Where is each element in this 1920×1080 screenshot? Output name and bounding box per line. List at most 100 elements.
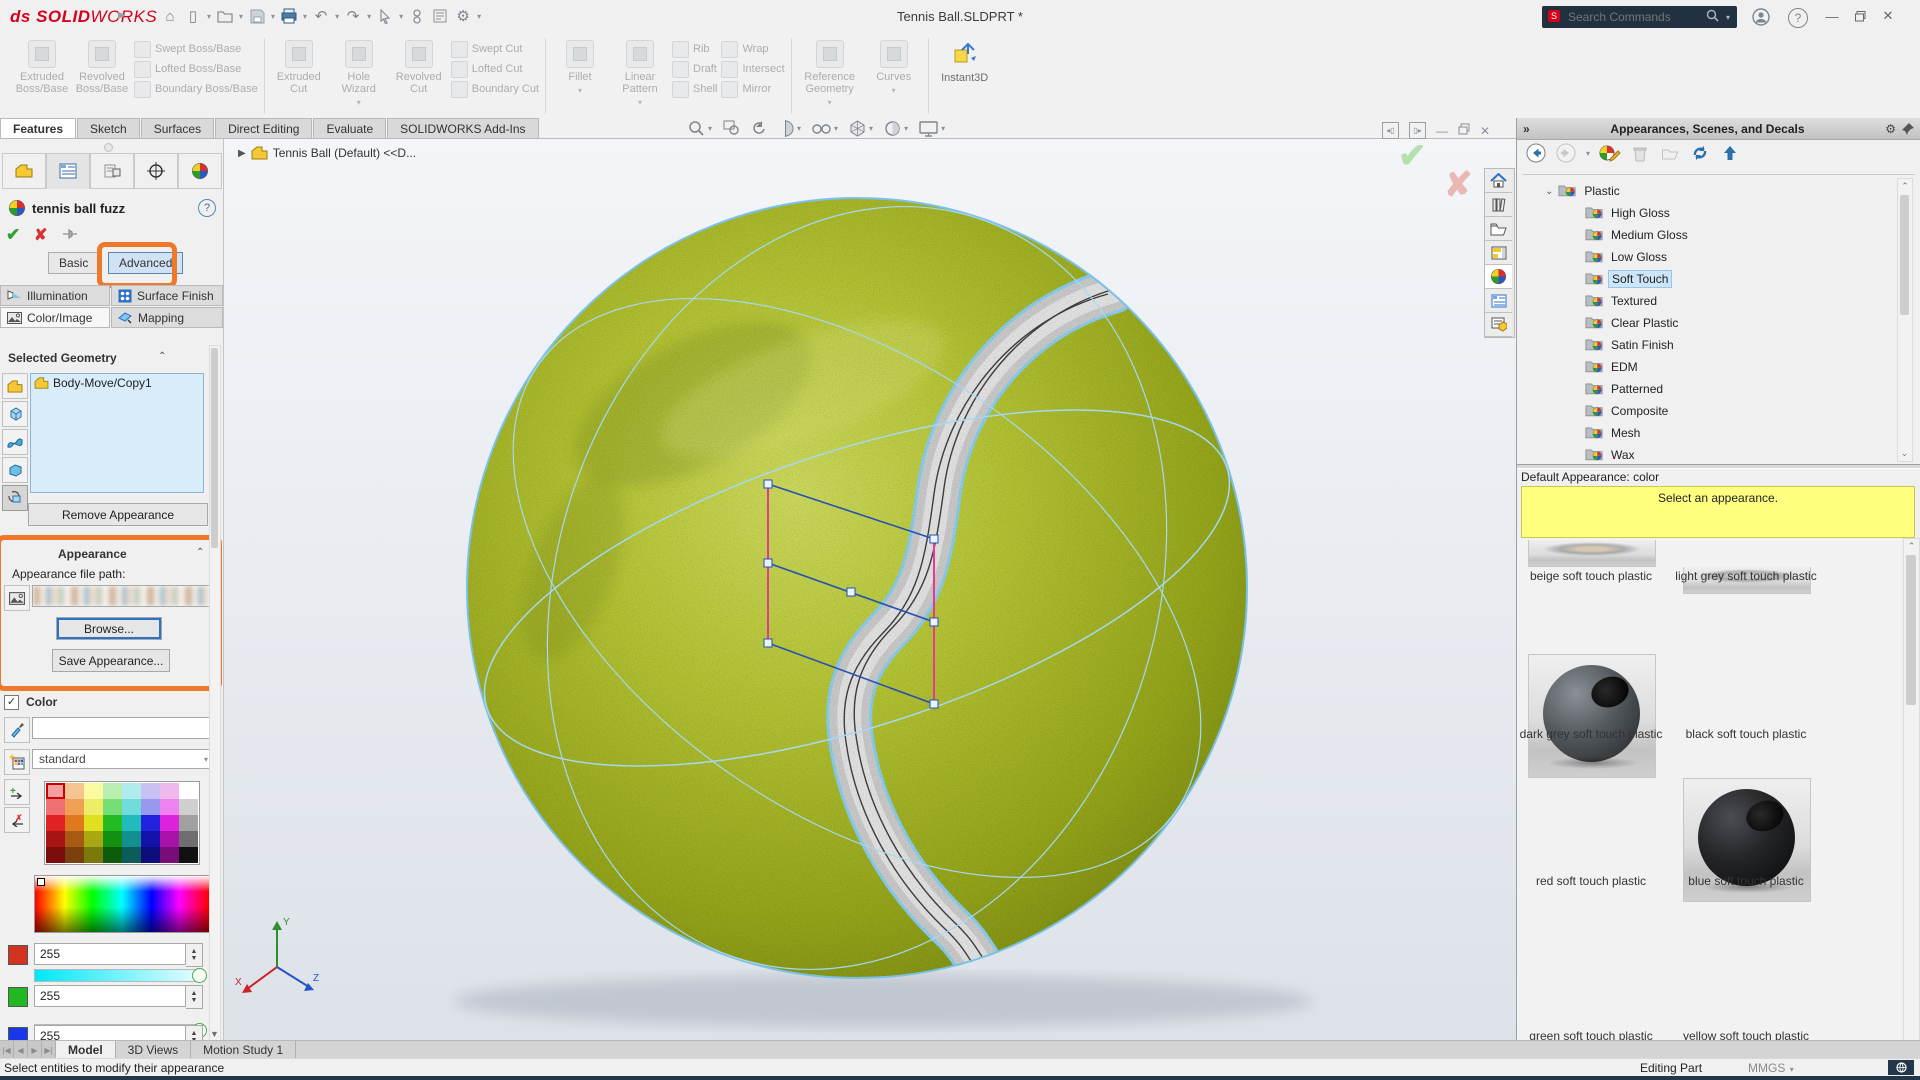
swept-cut-button[interactable]: Swept Cut xyxy=(451,40,539,58)
appearance-file-path-field[interactable] xyxy=(32,585,210,607)
palette-swatch[interactable] xyxy=(46,847,65,863)
tree-item-low-gloss[interactable]: Low Gloss xyxy=(1517,246,1893,268)
revolved-boss-button[interactable]: Revolved Boss/Base xyxy=(74,38,130,95)
palette-swatch[interactable] xyxy=(84,799,103,815)
tab-illumination[interactable]: Illumination xyxy=(0,285,110,306)
palette-swatch[interactable] xyxy=(179,783,198,799)
tab-surface-finish[interactable]: Surface Finish xyxy=(111,285,223,306)
appearances-tab-icon[interactable] xyxy=(1485,265,1512,289)
palette-swatch[interactable] xyxy=(179,815,198,831)
palette-swatch[interactable] xyxy=(160,783,179,799)
thumbs-scroll-up-icon[interactable]: ⌃ xyxy=(1904,541,1919,552)
palette-swatch[interactable] xyxy=(84,783,103,799)
tree-item-plastic[interactable]: ⌄Plastic xyxy=(1517,180,1893,202)
close-button[interactable]: ✕ xyxy=(1874,5,1902,27)
tab-propertymanager[interactable] xyxy=(46,153,90,189)
palette-swatch[interactable] xyxy=(160,815,179,831)
zoom-area-icon[interactable] xyxy=(723,120,740,137)
palette-swatch[interactable] xyxy=(122,799,141,815)
appearance-thumbnail-dark-grey-soft-touch-plastic[interactable] xyxy=(1528,654,1656,778)
tab-next-icon[interactable]: ▶ xyxy=(28,1041,42,1059)
command-tab-sketch[interactable]: Sketch xyxy=(77,118,140,139)
palette-swatch[interactable] xyxy=(141,831,160,847)
face-filter-icon[interactable] xyxy=(2,401,28,427)
forward-icon[interactable] xyxy=(1555,142,1577,164)
ok-button[interactable]: ✔ xyxy=(6,225,20,245)
palette-swatch[interactable] xyxy=(46,783,65,799)
curves-caret-icon[interactable]: ▾ xyxy=(892,86,896,95)
blue-stepper[interactable]: ▲▼ xyxy=(186,1025,203,1040)
thumbnails-scrollbar[interactable]: ⌃ ⌄ xyxy=(1903,538,1920,1080)
tab-mapping[interactable]: Mapping xyxy=(111,307,223,328)
wrap-button[interactable]: Wrap xyxy=(721,40,784,58)
model-tab-3d-views[interactable]: 3D Views xyxy=(116,1041,191,1059)
pm-help-icon[interactable]: ? xyxy=(198,199,216,217)
command-tab-solidworks-add-ins[interactable]: SOLIDWORKS Add-Ins xyxy=(387,118,538,139)
blue-value-field[interactable]: 255 xyxy=(34,1025,186,1040)
section-view-icon[interactable]: ▾ xyxy=(777,120,802,137)
tree-item-composite[interactable]: Composite xyxy=(1517,400,1893,422)
palette-swatch[interactable] xyxy=(46,815,65,831)
save-appearance-button[interactable]: Save Appearance... xyxy=(52,649,170,672)
history-caret-icon[interactable]: ▾ xyxy=(1586,149,1590,158)
color-preset-select[interactable]: standard ▾ xyxy=(32,749,216,769)
search-icon[interactable] xyxy=(1706,9,1719,25)
fillet-button[interactable]: Fillet▾ xyxy=(552,38,608,95)
tree-item-textured[interactable]: Textured xyxy=(1517,290,1893,312)
model-tab-motion-study-1[interactable]: Motion Study 1 xyxy=(191,1041,296,1059)
palette-swatch[interactable] xyxy=(46,799,65,815)
maximize-button[interactable] xyxy=(1846,5,1874,27)
new-swatch-icon[interactable] xyxy=(4,749,30,775)
remove-color-icon[interactable]: ✗ xyxy=(4,807,30,833)
mirror-button[interactable]: Mirror xyxy=(721,80,784,98)
scene-icon[interactable]: ▾ xyxy=(919,121,946,137)
palette-swatch[interactable] xyxy=(65,799,84,815)
tree-expand-icon[interactable]: ⌄ xyxy=(1545,186,1553,197)
palette-swatch[interactable] xyxy=(122,831,141,847)
browse-button[interactable]: Browse... xyxy=(56,617,162,640)
appearance-collapse-icon[interactable]: ⌃ xyxy=(196,547,204,558)
palette-swatch[interactable] xyxy=(179,831,198,847)
surface-filter-icon[interactable] xyxy=(2,429,28,455)
remove-appearance-button[interactable]: Remove Appearance xyxy=(28,503,208,526)
linear-pattern-caret-icon[interactable]: ▾ xyxy=(638,98,642,107)
up-level-icon[interactable] xyxy=(1719,142,1741,164)
palette-swatch[interactable] xyxy=(141,847,160,863)
palette-swatch[interactable] xyxy=(141,783,160,799)
tree-item-medium-gloss[interactable]: Medium Gloss xyxy=(1517,224,1893,246)
pane-left-button[interactable]: ◂▯ xyxy=(1382,122,1399,139)
tab-featuremanager[interactable] xyxy=(2,153,46,189)
palette-swatch[interactable] xyxy=(65,815,84,831)
color-header[interactable]: Color xyxy=(26,695,57,709)
appearance-thumbnail-beige-soft-touch-plastic[interactable] xyxy=(1528,540,1656,567)
zoom-fit-icon[interactable]: ▾ xyxy=(688,120,713,137)
command-tab-features[interactable]: Features xyxy=(0,118,76,139)
edit-appearance-icon[interactable] xyxy=(1599,142,1621,164)
appearance-header[interactable]: Appearance xyxy=(58,547,127,561)
tab-configurationmanager[interactable] xyxy=(90,153,134,189)
palette-swatch[interactable] xyxy=(122,847,141,863)
selection-filter-icon[interactable] xyxy=(2,485,28,511)
palette-swatch[interactable] xyxy=(103,799,122,815)
home-tab-icon[interactable] xyxy=(1485,169,1512,193)
revolved-cut-button[interactable]: Revolved Cut xyxy=(391,38,447,95)
curves-button[interactable]: Curves▾ xyxy=(866,38,922,95)
tab-last-icon[interactable]: ▶| xyxy=(42,1041,56,1059)
tree-scroll-up-icon[interactable]: ⌃ xyxy=(1898,181,1912,192)
linear-pattern-button[interactable]: Linear Pattern▾ xyxy=(612,38,668,107)
palette-swatch[interactable] xyxy=(160,831,179,847)
palette-swatch[interactable] xyxy=(84,815,103,831)
hole-wizard-button[interactable]: Hole Wizard▾ xyxy=(331,38,387,107)
selected-geometry-header[interactable]: Selected Geometry xyxy=(8,351,117,365)
breadcrumb[interactable]: ▶ Tennis Ball (Default) <<D... xyxy=(238,146,416,160)
lofted-cut-button[interactable]: Lofted Cut xyxy=(451,60,539,78)
minimize-button[interactable]: — xyxy=(1818,5,1846,27)
palette-swatch[interactable] xyxy=(160,847,179,863)
cancel-x-icon[interactable]: ✘ xyxy=(1444,165,1473,205)
delete-icon[interactable] xyxy=(1629,142,1651,164)
color-palette[interactable] xyxy=(44,781,200,865)
task-pane-pin-icon[interactable] xyxy=(1902,122,1915,135)
extruded-cut-button[interactable]: Extruded Cut xyxy=(271,38,327,95)
hide-show-icon[interactable]: ▾ xyxy=(812,123,839,135)
cancel-button[interactable]: ✘ xyxy=(34,225,47,245)
